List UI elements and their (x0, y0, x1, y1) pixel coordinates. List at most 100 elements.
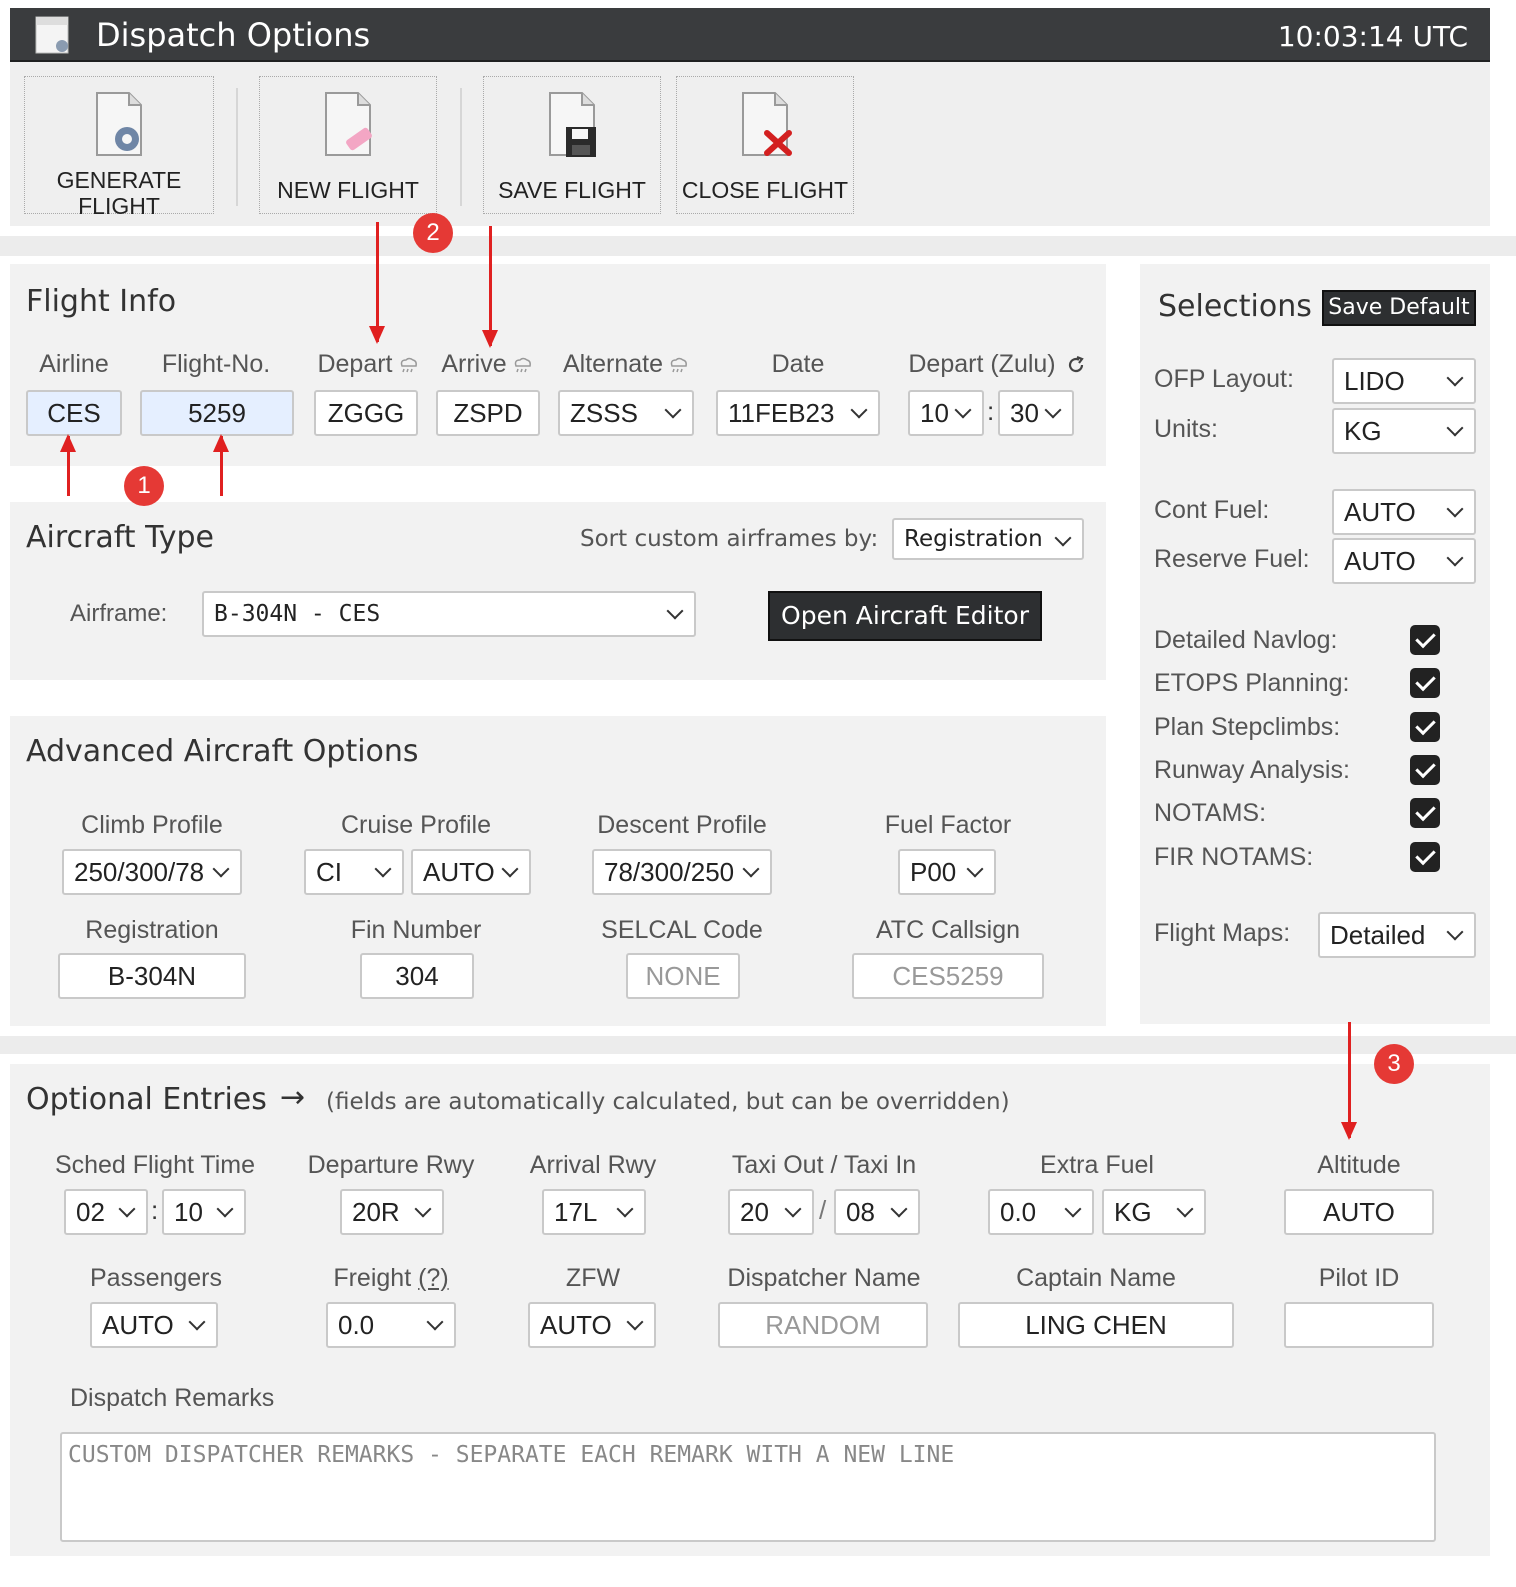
dispatch-remarks-label: Dispatch Remarks (70, 1384, 275, 1412)
plan-stepclimbs-label: Plan Stepclimbs: (1154, 713, 1341, 741)
annotation-badge-1: 1 (124, 466, 164, 506)
depart-input[interactable]: ZGGG (314, 390, 418, 436)
aircraft-type-title: Aircraft Type (26, 520, 214, 555)
sched-hour-select[interactable]: 02 (64, 1189, 148, 1235)
arrive-input[interactable]: ZSPD (436, 390, 540, 436)
cruise-value-select[interactable]: AUTO (411, 849, 531, 895)
selcal-input[interactable]: NONE (626, 953, 740, 999)
arrive-label-text: Arrive (441, 350, 507, 378)
generate-flight-button[interactable]: GENERATE FLIGHT (24, 76, 214, 219)
atc-callsign-input[interactable]: CES5259 (852, 953, 1044, 999)
new-document-eraser-icon (325, 92, 372, 156)
utc-clock: 10:03:14 UTC (1277, 20, 1468, 53)
annotation-arrow (213, 434, 229, 496)
optional-entries-note: (fields are automatically calculated, bu… (326, 1089, 1010, 1115)
airframe-select[interactable]: B-304N - CES (202, 591, 696, 637)
selcal-label: SELCAL Code (601, 916, 763, 944)
window-title: Dispatch Options (96, 16, 371, 54)
pilot-id-input[interactable] (1284, 1302, 1434, 1348)
toolbar: GENERATE FLIGHT NEW FLIGHT SAVE FLIGHT C… (10, 62, 1490, 226)
detailed-navlog-label: Detailed Navlog: (1154, 626, 1338, 654)
sched-flight-time-label: Sched Flight Time (54, 1151, 256, 1179)
cruise-mode-select[interactable]: CI (304, 849, 404, 895)
sort-airframes-select[interactable]: Registration (892, 518, 1084, 560)
freight-help-link[interactable]: (?) (418, 1264, 449, 1292)
sched-minute-select[interactable]: 10 (162, 1189, 246, 1235)
reserve-fuel-select[interactable]: AUTO (1332, 538, 1476, 584)
etops-planning-label: ETOPS Planning: (1154, 669, 1350, 697)
registration-label: Registration (85, 916, 219, 944)
notams-checkbox[interactable] (1410, 798, 1440, 828)
zfw-select[interactable]: AUTO (528, 1302, 656, 1348)
cont-fuel-select[interactable]: AUTO (1332, 489, 1476, 535)
flight-no-label: Flight-No. (161, 350, 271, 378)
taxi-out-select[interactable]: 20 (728, 1189, 814, 1235)
separator-band (0, 236, 1516, 256)
flight-no-input[interactable]: 5259 (140, 390, 294, 436)
freight-label: Freight (?) (290, 1264, 492, 1293)
taxi-in-select[interactable]: 08 (834, 1189, 920, 1235)
generate-flight-label-line1: GENERATE (56, 167, 182, 193)
altitude-input[interactable]: AUTO (1284, 1189, 1434, 1235)
fir-notams-label: FIR NOTAMS: (1154, 843, 1314, 871)
etops-planning-checkbox[interactable] (1410, 668, 1440, 698)
alternate-label-text: Alternate (562, 350, 664, 378)
save-flight-button[interactable]: SAVE FLIGHT (483, 76, 661, 214)
ofp-layout-select[interactable]: LIDO (1332, 358, 1476, 404)
alternate-label: Alternate (554, 350, 698, 379)
weather-cloud-icon[interactable] (397, 356, 419, 374)
dispatcher-name-input[interactable]: RANDOM (718, 1302, 928, 1348)
annotation-arrow (60, 434, 76, 496)
depart-label: Depart (308, 350, 428, 379)
depart-minute-select[interactable]: 30 (998, 390, 1074, 436)
climb-profile-select[interactable]: 250/300/78 (62, 849, 242, 895)
date-select[interactable]: 11FEB23 (716, 390, 880, 436)
optional-entries-title: Optional Entries (26, 1082, 267, 1117)
fir-notams-checkbox[interactable] (1410, 842, 1440, 872)
freight-label-text: Freight (333, 1264, 412, 1292)
sort-airframes-label: Sort custom airframes by: (580, 526, 879, 552)
captain-name-input[interactable]: LING CHEN (958, 1302, 1234, 1348)
captain-name-label: Captain Name (1016, 1264, 1176, 1292)
detailed-navlog-checkbox[interactable] (1410, 625, 1440, 655)
fin-number-input[interactable]: 304 (360, 953, 474, 999)
alternate-select[interactable]: ZSSS (558, 390, 694, 436)
weather-cloud-icon[interactable] (667, 356, 689, 374)
extra-fuel-label: Extra Fuel (1040, 1151, 1154, 1179)
passengers-label: Passengers (89, 1264, 223, 1292)
arrival-rwy-select[interactable]: 17L (542, 1189, 646, 1235)
fuel-factor-select[interactable]: P00 (898, 849, 996, 895)
pilot-id-label: Pilot ID (1318, 1264, 1400, 1292)
freight-select[interactable]: 0.0 (326, 1302, 456, 1348)
descent-profile-select[interactable]: 78/300/250 (592, 849, 772, 895)
departure-rwy-select[interactable]: 20R (340, 1189, 444, 1235)
annotation-arrow (1341, 1022, 1357, 1140)
close-document-icon (742, 92, 792, 156)
plan-stepclimbs-checkbox[interactable] (1410, 712, 1440, 742)
depart-hour-select[interactable]: 10 (908, 390, 984, 436)
weather-cloud-icon[interactable] (511, 356, 533, 374)
title-bar: Dispatch Options 10:03:14 UTC (10, 8, 1490, 62)
units-select[interactable]: KG (1332, 408, 1476, 454)
extra-fuel-unit-select[interactable]: KG (1102, 1189, 1206, 1235)
extra-fuel-select[interactable]: 0.0 (988, 1189, 1094, 1235)
save-flight-label: SAVE FLIGHT (498, 177, 646, 203)
registration-input[interactable]: B-304N (58, 953, 246, 999)
refresh-icon[interactable] (1066, 355, 1086, 375)
save-default-button[interactable]: Save Default (1322, 290, 1476, 326)
new-flight-button[interactable]: NEW FLIGHT (259, 76, 437, 214)
airline-label: Airline (39, 350, 109, 378)
close-flight-button[interactable]: CLOSE FLIGHT (676, 76, 854, 214)
dispatch-remarks-textarea[interactable] (60, 1432, 1436, 1542)
runway-analysis-checkbox[interactable] (1410, 755, 1440, 785)
atc-callsign-label: ATC Callsign (875, 916, 1021, 944)
airline-input[interactable]: CES (26, 390, 122, 436)
flight-maps-select[interactable]: Detailed (1318, 912, 1476, 958)
taxi-label: Taxi Out / Taxi In (731, 1151, 917, 1179)
annotation-badge-2: 2 (413, 213, 453, 253)
generate-flight-label-line2: FLIGHT (78, 193, 160, 219)
new-flight-label: NEW FLIGHT (277, 177, 419, 203)
passengers-select[interactable]: AUTO (90, 1302, 218, 1348)
open-aircraft-editor-button[interactable]: Open Aircraft Editor (768, 591, 1042, 641)
document-gear-icon (35, 16, 69, 54)
